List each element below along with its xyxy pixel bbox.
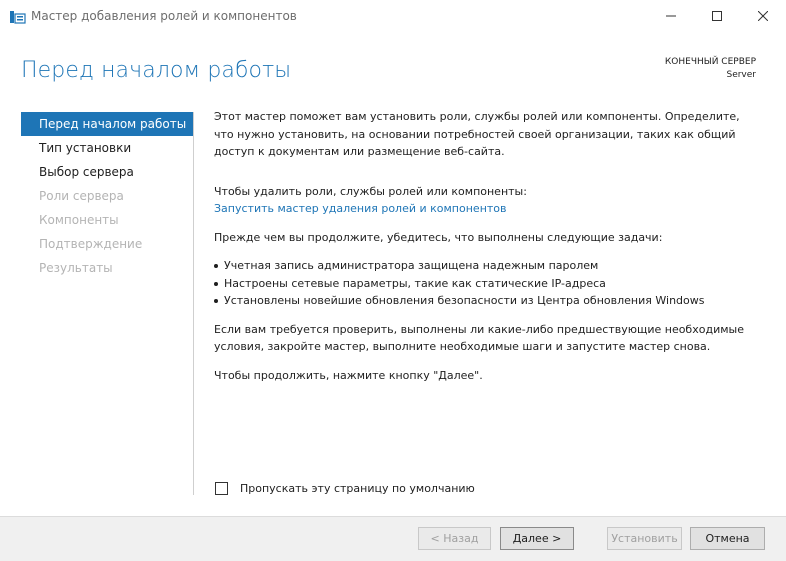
verify-prerequisites-text: Если вам требуется проверить, выполнены … <box>214 322 744 354</box>
install-button[interactable]: Установить <box>607 527 682 550</box>
minimize-button[interactable] <box>648 0 694 32</box>
server-manager-icon <box>10 9 26 24</box>
nav-item-server-roles: Роли сервера <box>39 189 124 203</box>
close-button[interactable] <box>740 0 786 32</box>
maximize-icon <box>712 11 722 21</box>
prerequisites-list: Учетная запись администратора защищена н… <box>214 257 754 310</box>
nav-divider <box>193 112 194 495</box>
cancel-button[interactable]: Отмена <box>690 527 765 550</box>
remove-roles-text: Чтобы удалить роли, службы ролей или ком… <box>214 184 527 198</box>
intro-text: Этот мастер поможет вам установить роли,… <box>214 110 740 158</box>
remove-roles-wizard-link[interactable]: Запустить мастер удаления ролей и компон… <box>214 202 507 215</box>
window-title: Мастер добавления ролей и компонентов <box>31 9 297 23</box>
prerequisites-heading: Прежде чем вы продолжите, убедитесь, что… <box>214 230 663 244</box>
nav-item-results: Результаты <box>39 261 113 275</box>
nav-item-confirmation: Подтверждение <box>39 237 143 251</box>
list-item: Учетная запись администратора защищена н… <box>214 257 754 275</box>
main-content: Этот мастер поможет вам установить роли,… <box>214 108 754 384</box>
continue-instruction-text: Чтобы продолжить, нажмите кнопку "Далее"… <box>214 368 483 382</box>
nav-item-installation-type[interactable]: Тип установки <box>21 136 193 160</box>
list-item: Настроены сетевые параметры, такие как с… <box>214 275 754 293</box>
back-button[interactable]: < Назад <box>418 527 491 550</box>
nav-item-server-selection[interactable]: Выбор сервера <box>21 160 193 184</box>
next-button[interactable]: Далее > <box>500 527 574 550</box>
wizard-steps-nav: Перед началом работы Тип установки Выбор… <box>21 112 193 280</box>
destination-server-label: КОНЕЧНЫЙ СЕРВЕР <box>664 57 756 67</box>
skip-page-label: Пропускать эту страницу по умолчанию <box>240 482 475 495</box>
destination-server-value: Server <box>726 70 756 80</box>
title-bar: Мастер добавления ролей и компонентов <box>0 0 786 32</box>
list-item: Установлены новейшие обновления безопасн… <box>214 292 754 310</box>
page-title: Перед началом работы <box>21 58 292 83</box>
skip-page-option[interactable]: Пропускать эту страницу по умолчанию <box>215 482 475 495</box>
nav-item-before-you-begin[interactable]: Перед началом работы <box>21 112 193 136</box>
nav-item-features: Компоненты <box>39 213 119 227</box>
maximize-button[interactable] <box>694 0 740 32</box>
close-icon <box>758 11 768 21</box>
minimize-icon <box>666 15 676 17</box>
skip-page-checkbox[interactable] <box>215 482 228 495</box>
